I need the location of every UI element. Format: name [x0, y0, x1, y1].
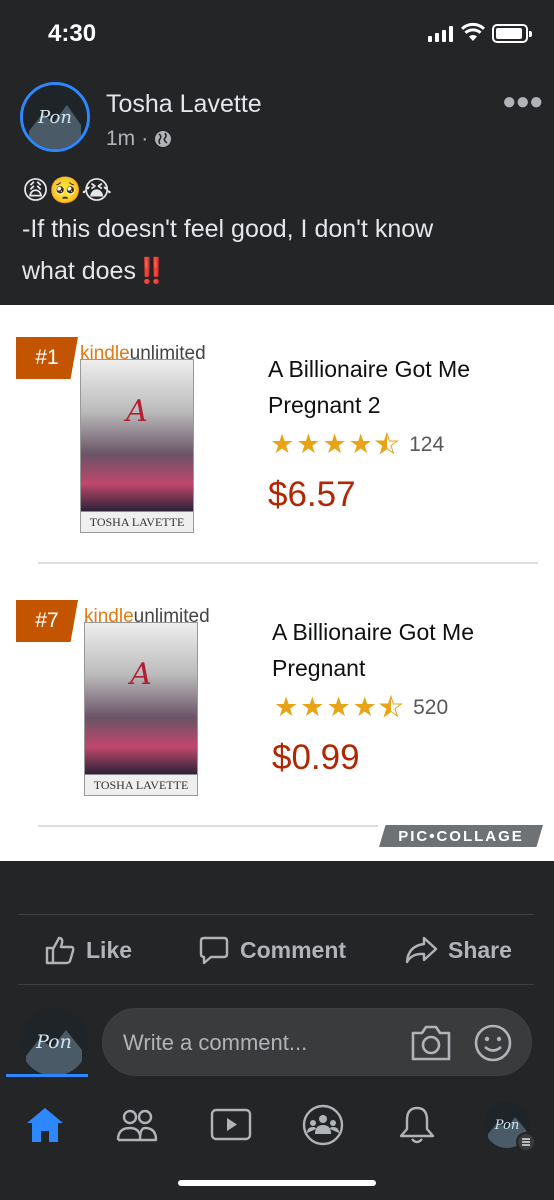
- rank-badge: #7: [16, 600, 78, 642]
- svg-text:Pon: Pon: [35, 1031, 72, 1053]
- camera-icon[interactable]: [409, 1023, 453, 1063]
- friends-icon: [116, 1109, 158, 1142]
- book-cover: A TOSHA LAVETTE: [80, 359, 194, 533]
- post-emojis: 😩🥺😭: [22, 175, 112, 205]
- nav-watch[interactable]: [206, 1100, 256, 1150]
- nav-friends[interactable]: [112, 1100, 162, 1150]
- nav-groups[interactable]: [298, 1100, 348, 1150]
- globe-icon: [155, 131, 172, 147]
- home-indicator: [178, 1180, 376, 1186]
- rank-badge: #1: [16, 337, 78, 379]
- star-icon: ★: [274, 692, 299, 722]
- comment-icon: [199, 936, 229, 965]
- star-icon: ★: [326, 692, 351, 722]
- book-title: A Billionaire Got Me Pregnant 2: [268, 356, 470, 418]
- row-divider: [38, 562, 538, 564]
- star-icon: ★: [296, 429, 321, 459]
- wifi-icon: [460, 22, 486, 41]
- book-cover-author: TOSHA LAVETTE: [89, 515, 185, 529]
- user-avatar[interactable]: Pon: [20, 1008, 88, 1076]
- comment-button[interactable]: Comment: [198, 934, 346, 966]
- star-rating: ★ ★ ★ ★ ★ 520: [274, 692, 448, 723]
- row-divider: [38, 825, 378, 827]
- post-time[interactable]: 1m: [106, 127, 135, 151]
- emoji-icon[interactable]: [473, 1023, 513, 1063]
- battery-icon: [492, 24, 532, 43]
- signal-icon: [428, 26, 453, 42]
- menu-badge-icon: [516, 1132, 536, 1152]
- watch-icon: [210, 1108, 252, 1141]
- status-bar: 4:30: [0, 0, 554, 68]
- comment-label: Comment: [240, 936, 347, 963]
- author-avatar[interactable]: Pon: [20, 82, 90, 152]
- post-actions: Like Comment Share: [0, 918, 554, 984]
- rating-count: 124: [409, 432, 445, 456]
- post-meta: 1m ·: [106, 127, 172, 151]
- like-icon: [45, 936, 75, 965]
- book-price: $6.57: [268, 475, 356, 514]
- book-cover-title: A: [130, 657, 152, 692]
- svg-text:Pon: Pon: [37, 107, 72, 128]
- star-icon: ★: [322, 429, 347, 459]
- post-image[interactable]: #1 kindleunlimited A TOSHA LAVETTE A Bil…: [0, 305, 554, 861]
- half-star-icon: ★: [378, 692, 404, 723]
- post-text-line-2: what does‼️: [22, 250, 532, 292]
- post-text: 😩🥺😭 -If this doesn't feel good, I don't …: [22, 172, 532, 292]
- like-label: Like: [86, 936, 133, 963]
- actions-top-divider: [18, 914, 534, 915]
- rating-count: 520: [413, 695, 449, 719]
- double-exclamation-emoji: ‼️: [135, 257, 168, 285]
- post-text-line-2-text: what does: [22, 257, 136, 285]
- post-author-name[interactable]: Tosha Lavette: [106, 90, 262, 119]
- book-title: A Billionaire Got Me Pregnant: [272, 619, 474, 681]
- nav-notifications[interactable]: [392, 1100, 442, 1150]
- book-listing: #1 kindleunlimited A TOSHA LAVETTE A Bil…: [0, 305, 554, 555]
- groups-icon: [302, 1104, 344, 1146]
- book-price: $0.99: [272, 738, 360, 777]
- book-listing: #7 kindleunlimited A TOSHA LAVETTE A Bil…: [0, 568, 554, 818]
- meta-separator: ·: [141, 127, 149, 150]
- comment-input[interactable]: [123, 1027, 393, 1059]
- share-icon: [405, 936, 438, 964]
- svg-text:Pon: Pon: [494, 1118, 519, 1133]
- active-tab-indicator: [6, 1074, 88, 1077]
- more-options-icon[interactable]: ●●●: [502, 88, 543, 116]
- home-icon: [27, 1108, 63, 1142]
- book-cover-author: TOSHA LAVETTE: [93, 778, 189, 792]
- nav-profile-menu[interactable]: Pon: [482, 1100, 536, 1152]
- book-cover-title: A: [126, 394, 148, 429]
- notifications-icon: [399, 1106, 435, 1144]
- comment-input-box[interactable]: [102, 1008, 532, 1076]
- star-icon: ★: [300, 692, 325, 722]
- piccollage-watermark: PIC•COLLAGE: [379, 825, 543, 847]
- book-cover: A TOSHA LAVETTE: [84, 622, 198, 796]
- post-text-line-1: -If this doesn't feel good, I don't know: [22, 215, 434, 243]
- share-button[interactable]: Share: [404, 934, 512, 966]
- share-label: Share: [448, 936, 512, 963]
- like-button[interactable]: Like: [44, 934, 132, 966]
- star-rating: ★ ★ ★ ★ ★ 124: [270, 429, 444, 460]
- actions-bottom-divider: [18, 984, 534, 985]
- half-star-icon: ★: [374, 429, 400, 460]
- status-time: 4:30: [48, 20, 97, 47]
- nav-home[interactable]: [20, 1100, 70, 1150]
- star-icon: ★: [348, 429, 373, 459]
- star-icon: ★: [270, 429, 295, 459]
- star-icon: ★: [352, 692, 377, 722]
